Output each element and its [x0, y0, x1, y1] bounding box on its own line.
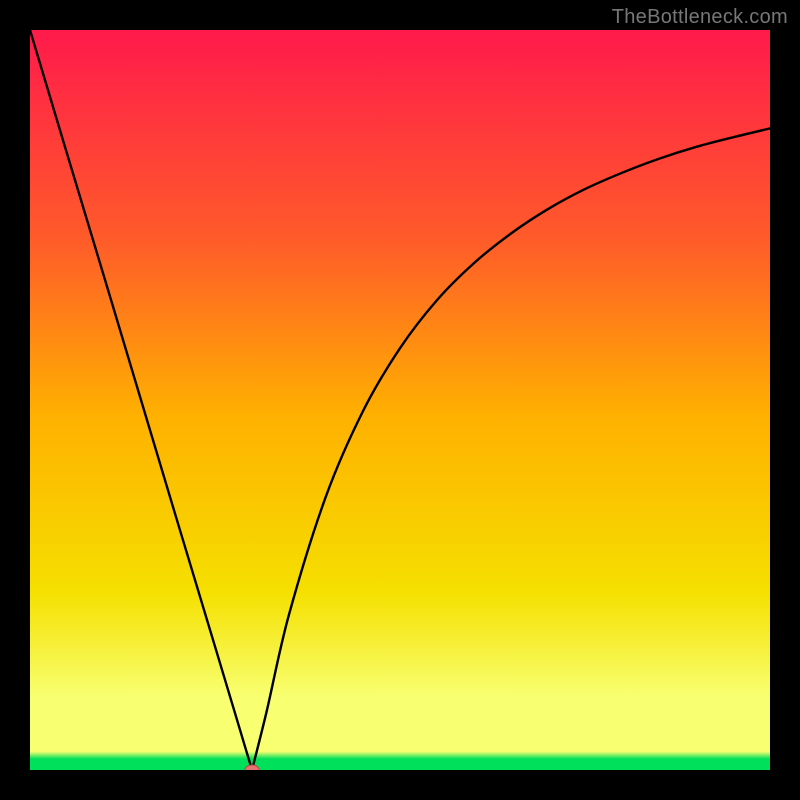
chart-frame: TheBottleneck.com [0, 0, 800, 800]
watermark-text: TheBottleneck.com [612, 6, 788, 29]
plot-area [30, 30, 770, 770]
bottleneck-chart [30, 30, 770, 770]
